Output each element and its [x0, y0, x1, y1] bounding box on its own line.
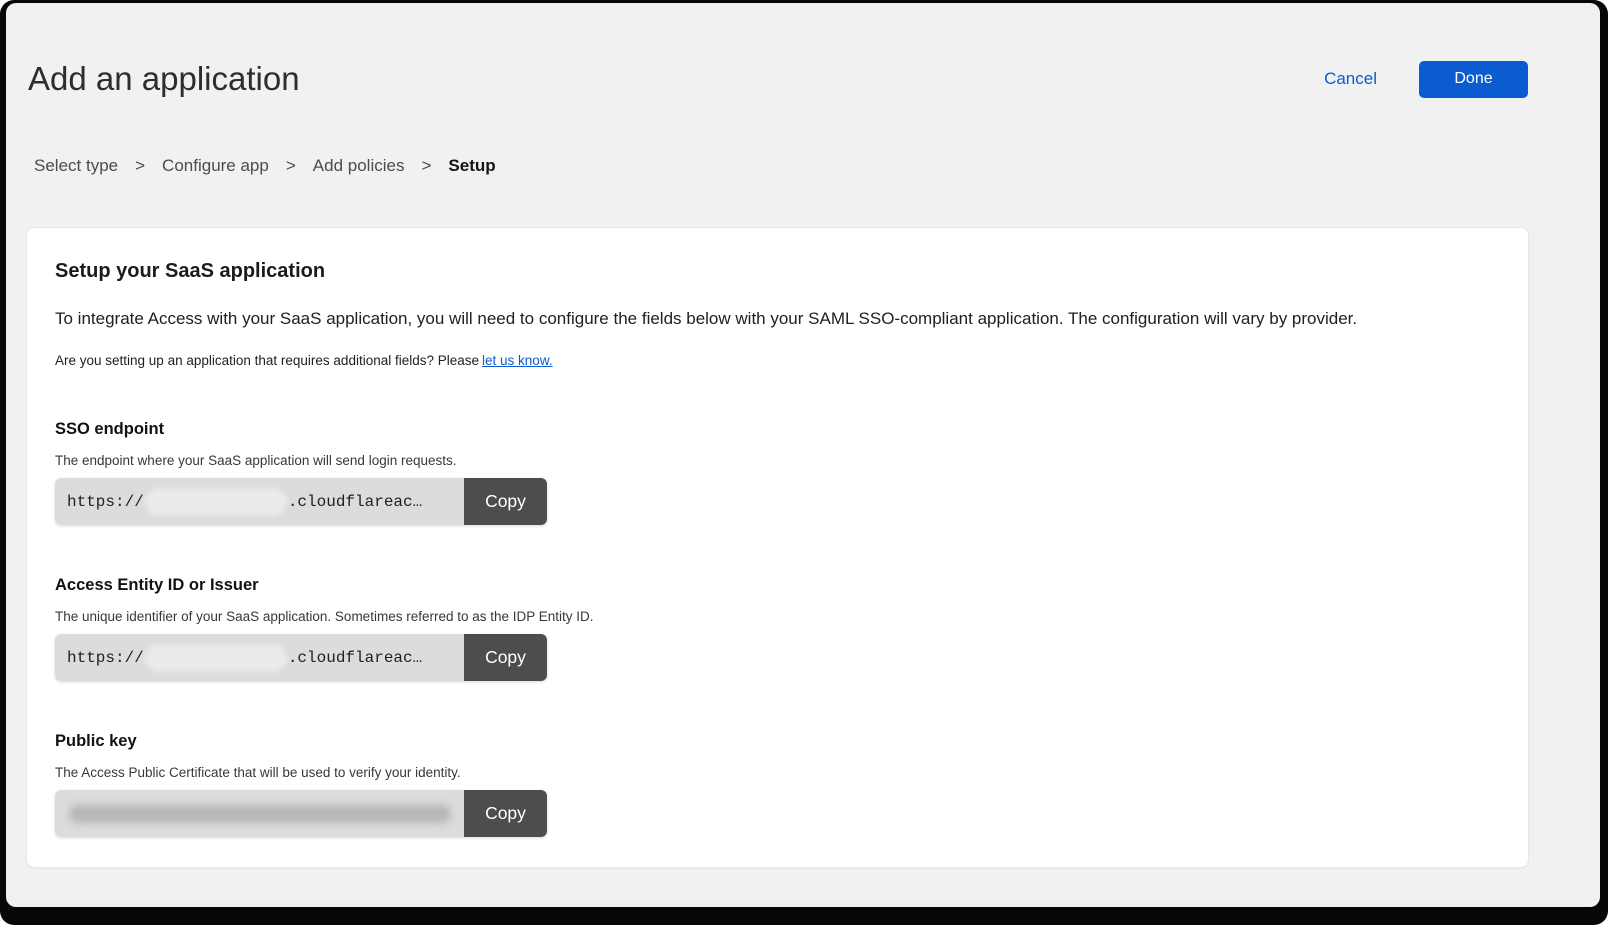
access-entity-id-copy-button[interactable]: Copy [464, 634, 547, 681]
sso-endpoint-copy-button[interactable]: Copy [464, 478, 547, 525]
card-note: Are you setting up an application that r… [55, 353, 1500, 368]
access-entity-id-label: Access Entity ID or Issuer [55, 576, 1500, 595]
sso-endpoint-label: SSO endpoint [55, 420, 1500, 439]
breadcrumb-separator: > [135, 156, 145, 176]
access-entity-id-description: The unique identifier of your SaaS appli… [55, 609, 1500, 624]
public-key-value [55, 790, 464, 837]
sso-endpoint-value: https:// .cloudflareac… [55, 478, 464, 525]
public-key-label: Public key [55, 732, 1500, 751]
screenshot-frame: Add an application Cancel Done Select ty… [0, 0, 1608, 925]
page-title: Add an application [28, 59, 300, 99]
card-title: Setup your SaaS application [55, 260, 1500, 283]
public-key-copy-button[interactable]: Copy [464, 790, 547, 837]
sso-endpoint-section: SSO endpoint The endpoint where your Saa… [55, 420, 1500, 525]
card-intro: To integrate Access with your SaaS appli… [55, 307, 1500, 331]
redacted-text-blur [145, 645, 287, 671]
note-text: Are you setting up an application that r… [55, 353, 479, 368]
breadcrumb-setup: Setup [448, 156, 495, 176]
breadcrumb-separator: > [421, 156, 431, 176]
breadcrumb-configure-app[interactable]: Configure app [162, 156, 269, 176]
let-us-know-link[interactable]: let us know. [482, 353, 553, 368]
public-key-description: The Access Public Certificate that will … [55, 765, 1500, 780]
public-key-section: Public key The Access Public Certificate… [55, 732, 1500, 837]
redacted-text-blur [69, 805, 451, 823]
breadcrumb-select-type[interactable]: Select type [34, 156, 118, 176]
access-entity-id-section: Access Entity ID or Issuer The unique id… [55, 576, 1500, 681]
breadcrumb-add-policies[interactable]: Add policies [313, 156, 405, 176]
header-actions: Cancel Done [1324, 61, 1528, 98]
breadcrumb: Select type > Configure app > Add polici… [34, 156, 1600, 176]
access-entity-id-field-row: https:// .cloudflareac… Copy [55, 634, 547, 681]
url-suffix: .cloudflareac… [288, 649, 422, 667]
sso-endpoint-field-row: https:// .cloudflareac… Copy [55, 478, 547, 525]
url-prefix: https:// [67, 493, 144, 511]
breadcrumb-separator: > [286, 156, 296, 176]
redacted-text-blur [145, 489, 287, 515]
url-suffix: .cloudflareac… [288, 493, 422, 511]
access-entity-id-value: https:// .cloudflareac… [55, 634, 464, 681]
sso-endpoint-description: The endpoint where your SaaS application… [55, 453, 1500, 468]
page-header: Add an application Cancel Done [6, 3, 1600, 99]
page: Add an application Cancel Done Select ty… [6, 3, 1600, 907]
done-button[interactable]: Done [1419, 61, 1528, 98]
url-prefix: https:// [67, 649, 144, 667]
cancel-button[interactable]: Cancel [1324, 69, 1377, 89]
setup-card: Setup your SaaS application To integrate… [26, 227, 1529, 868]
public-key-field-row: Copy [55, 790, 547, 837]
